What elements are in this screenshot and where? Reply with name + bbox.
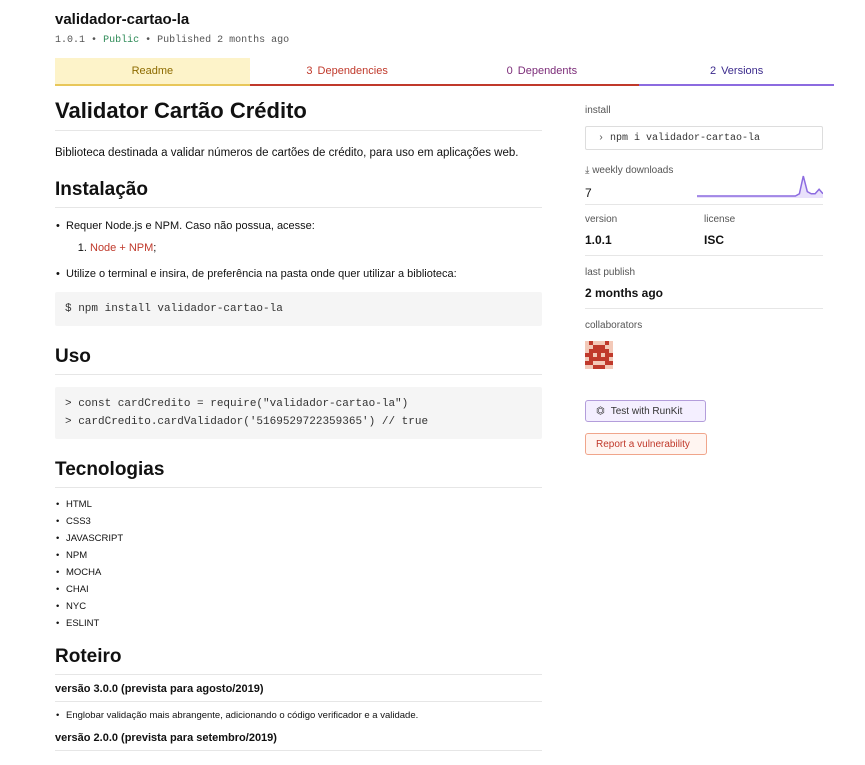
- requirement-sublist: Node + NPM;: [66, 240, 542, 256]
- list-item: CSS3: [56, 513, 542, 530]
- roadmap-section: Roteiro versão 3.0.0 (prevista para agos…: [55, 642, 542, 751]
- code-line: > const cardCredito = require("validador…: [65, 398, 409, 410]
- tab-versions[interactable]: 2 Versions: [639, 58, 834, 86]
- package-header: validador-cartao-la 1.0.1 • Public • Pub…: [55, 10, 835, 48]
- install-code-block: $ npm install validador-cartao-la: [55, 292, 542, 326]
- tab-dependents[interactable]: 0 Dependents: [444, 58, 640, 86]
- readme-content: Validator Cartão Crédito Biblioteca dest…: [55, 96, 542, 751]
- installation-section: Instalação Requer Node.js e NPM. Caso nã…: [55, 175, 542, 326]
- version-license-row: version 1.0.1 license ISC: [585, 213, 823, 256]
- usage-section: Uso > const cardCredito = require("valid…: [55, 342, 542, 439]
- list-item: ESLINT: [56, 615, 542, 632]
- list-item: Node + NPM;: [90, 240, 542, 256]
- requirement-text: Requer Node.js e NPM. Caso não possua, a…: [66, 220, 315, 232]
- vuln-row: Report a vulnerability: [585, 422, 823, 455]
- chevron-right-icon: ›: [598, 132, 605, 144]
- usage-code-block: > const cardCredito = require("validador…: [55, 387, 542, 439]
- collaborators-block: collaborators: [585, 319, 823, 374]
- visibility-badge: Public: [103, 35, 140, 46]
- roadmap-version-3: versão 3.0.0 (prevista para agosto/2019): [55, 675, 542, 702]
- link-suffix: ;: [153, 242, 157, 254]
- meta-separator: •: [145, 35, 152, 46]
- tab-dependencies-count: 3: [306, 65, 313, 77]
- install-command-box[interactable]: › npm i validador-cartao-la: [585, 126, 823, 150]
- tab-versions-count: 2: [709, 65, 717, 77]
- license-label: license: [704, 214, 736, 225]
- version-block: version 1.0.1: [585, 213, 704, 247]
- installation-list: Requer Node.js e NPM. Caso não possua, a…: [55, 218, 542, 282]
- last-publish-value: 2 months ago: [585, 286, 664, 300]
- tab-dependencies-label: Dependencies: [317, 65, 388, 77]
- list-item: NYC: [56, 598, 542, 615]
- license-value: ISC: [704, 233, 725, 247]
- installation-heading: Instalação: [55, 175, 542, 208]
- install-command: npm i validador-cartao-la: [610, 132, 761, 144]
- version-value: 1.0.1: [585, 233, 612, 247]
- package-meta: 1.0.1 • Public • Published 2 months ago: [55, 34, 835, 48]
- list-item: NPM: [56, 547, 542, 564]
- version-label: version: [585, 214, 618, 225]
- license-block: license ISC: [704, 213, 823, 247]
- roadmap-version-2: versão 2.0.0 (prevista para setembro/201…: [55, 724, 542, 751]
- tab-readme-label: Readme: [131, 65, 174, 77]
- tab-dependencies[interactable]: 3 Dependencies: [249, 58, 445, 86]
- runkit-row: ⏣ Test with RunKit: [585, 374, 823, 422]
- report-vulnerability-button[interactable]: Report a vulnerability: [585, 433, 707, 455]
- install-label: install: [585, 105, 611, 116]
- package-tabs: Readme 3 Dependencies 0 Dependents 2 Ver…: [55, 58, 834, 86]
- published-date: Published 2 months ago: [157, 35, 290, 46]
- readme-description: Biblioteca destinada a validar números d…: [55, 147, 519, 159]
- roadmap-note: Englobar validação mais abrangente, adic…: [55, 708, 542, 724]
- list-item: CHAI: [56, 581, 542, 598]
- downloads-label: weekly downloads: [592, 165, 674, 176]
- weekly-downloads: ⤓ weekly downloads 7: [585, 164, 823, 205]
- list-item: MOCHA: [56, 564, 542, 581]
- roadmap-heading: Roteiro: [55, 642, 542, 675]
- tech-list: HTML CSS3 JAVASCRIPT NPM MOCHA CHAI NYC …: [55, 496, 542, 632]
- meta-separator: •: [91, 35, 98, 46]
- downloads-sparkline: [697, 175, 823, 198]
- runkit-button[interactable]: ⏣ Test with RunKit: [585, 400, 706, 422]
- usage-heading: Uso: [55, 342, 542, 375]
- list-item: HTML: [56, 496, 542, 513]
- runkit-icon: ⏣: [596, 405, 605, 417]
- downloads-count: 7: [585, 186, 592, 200]
- node-npm-link[interactable]: Node + NPM: [90, 242, 153, 254]
- collaborators-label: collaborators: [585, 320, 643, 331]
- tab-versions-label: Versions: [721, 65, 764, 77]
- package-name: validador-cartao-la: [55, 11, 190, 28]
- tab-dependents-label: Dependents: [517, 65, 578, 77]
- download-icon: ⤓: [585, 165, 590, 176]
- tech-heading: Tecnologias: [55, 455, 542, 488]
- terminal-instruction: Utilize o terminal e insira, de preferên…: [66, 268, 457, 280]
- last-publish-block: last publish 2 months ago: [585, 266, 823, 309]
- list-item: Requer Node.js e NPM. Caso não possua, a…: [56, 218, 542, 256]
- code-line: > cardCredito.cardValidador('51695297223…: [65, 416, 429, 428]
- runkit-label: Test with RunKit: [610, 405, 683, 417]
- tab-dependents-count: 0: [506, 65, 513, 77]
- avatar[interactable]: [585, 341, 613, 369]
- list-item: JAVASCRIPT: [56, 530, 542, 547]
- package-version: 1.0.1: [55, 35, 86, 46]
- readme-title: Validator Cartão Crédito: [55, 96, 542, 131]
- tech-section: Tecnologias HTML CSS3 JAVASCRIPT NPM MOC…: [55, 455, 542, 632]
- sidebar: install › npm i validador-cartao-la ⤓ we…: [585, 104, 823, 455]
- tab-readme[interactable]: Readme: [55, 58, 250, 86]
- last-publish-label: last publish: [585, 267, 636, 278]
- list-item: Utilize o terminal e insira, de preferên…: [56, 266, 542, 282]
